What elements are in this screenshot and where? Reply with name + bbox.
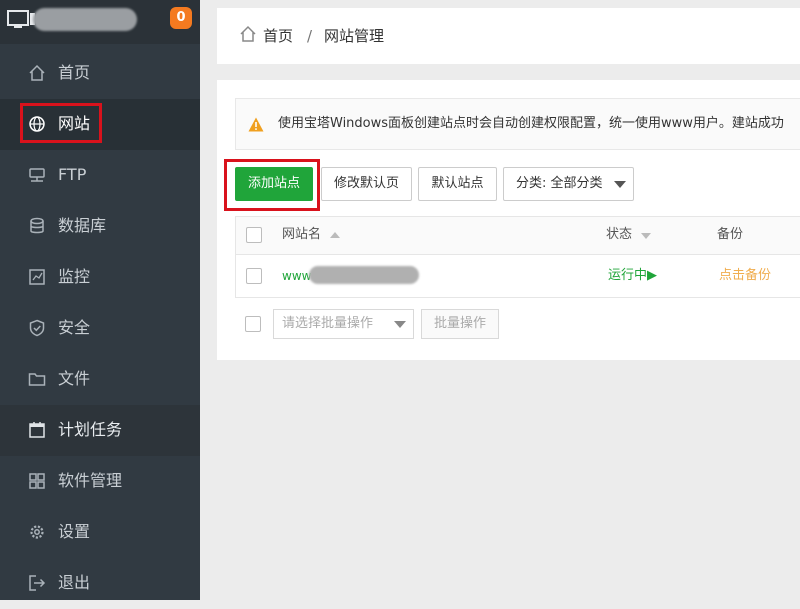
status-running-toggle[interactable]: 运行中▶ xyxy=(608,267,657,285)
sidebar-item-label: 监控 xyxy=(58,267,91,286)
sidebar-item-logout[interactable]: 退出 xyxy=(0,558,200,609)
modify-default-page-button[interactable]: 修改默认页 xyxy=(321,167,412,201)
backup-link[interactable]: 点击备份 xyxy=(719,267,771,285)
alert-text: 使用宝塔Windows面板创建站点时会自动创建权限配置，统一使用www用户。建站… xyxy=(278,116,784,131)
sidebar-item-settings[interactable]: 设置 xyxy=(0,507,200,558)
sidebar-item-ftp[interactable]: FTP xyxy=(0,150,200,201)
monitor-icon xyxy=(7,10,35,28)
sidebar-item-label: 设置 xyxy=(58,522,91,541)
table-row: www 运行中▶ 点击备份 xyxy=(236,255,800,297)
chevron-down-icon xyxy=(614,181,626,188)
sidebar-item-label: 退出 xyxy=(58,573,91,592)
category-select[interactable]: 分类: 全部分类 xyxy=(503,167,634,201)
database-icon xyxy=(30,217,44,234)
server-name-redacted xyxy=(33,8,137,31)
column-header-site-name[interactable]: 网站名 xyxy=(282,226,321,244)
breadcrumb-separator: / xyxy=(307,27,313,45)
breadcrumb-current: 网站管理 xyxy=(324,27,385,45)
default-site-button[interactable]: 默认站点 xyxy=(418,167,497,201)
sidebar-item-label: 文件 xyxy=(58,369,91,388)
site-name-redacted xyxy=(309,266,419,284)
sidebar-item-website[interactable]: 网站 xyxy=(0,99,200,150)
sort-up-icon[interactable] xyxy=(330,232,340,238)
breadcrumb: 首页 / 网站管理 xyxy=(217,8,800,64)
logout-icon xyxy=(29,575,46,591)
sidebar-item-security[interactable]: 安全 xyxy=(0,303,200,354)
home-icon xyxy=(29,64,45,81)
sidebar-item-label: 数据库 xyxy=(58,216,107,235)
table-header: 网站名 状态 备份 xyxy=(236,217,800,255)
sort-down-icon[interactable] xyxy=(641,233,651,239)
gear-icon xyxy=(30,525,44,539)
home-icon xyxy=(240,25,256,42)
calendar-icon xyxy=(29,422,45,438)
sidebar-item-software[interactable]: 软件管理 xyxy=(0,456,200,507)
shield-icon xyxy=(29,319,45,337)
sidebar-item-label: 安全 xyxy=(58,318,91,337)
sidebar-item-label: FTP xyxy=(58,165,87,184)
chart-icon xyxy=(29,269,45,285)
sidebar-item-home[interactable]: 首页 xyxy=(0,48,200,99)
info-alert: 使用宝塔Windows面板创建站点时会自动创建权限配置，统一使用www用户。建站… xyxy=(235,98,800,150)
chevron-down-icon xyxy=(394,321,406,328)
select-all-checkbox[interactable] xyxy=(246,227,262,243)
sidebar-item-label: 软件管理 xyxy=(58,471,123,490)
sidebar-item-files[interactable]: 文件 xyxy=(0,354,200,405)
ftp-icon xyxy=(29,168,45,182)
batch-operation-placeholder: 请选择批量操作 xyxy=(282,316,374,331)
sidebar-header: 0 xyxy=(0,0,200,44)
highlight-box-website xyxy=(20,103,102,143)
column-header-status[interactable]: 状态 xyxy=(606,226,632,244)
folder-icon xyxy=(28,373,46,386)
column-header-backup: 备份 xyxy=(717,227,744,242)
site-name-link[interactable]: www xyxy=(282,267,311,285)
warning-icon xyxy=(248,117,264,132)
notification-badge[interactable]: 0 xyxy=(170,7,192,29)
sidebar-item-cron[interactable]: 计划任务 xyxy=(0,405,200,456)
row-checkbox[interactable] xyxy=(246,268,262,284)
sidebar-item-database[interactable]: 数据库 xyxy=(0,201,200,252)
sidebar-item-label: 计划任务 xyxy=(58,420,123,439)
grid-icon xyxy=(29,473,45,489)
sidebar-item-monitor[interactable]: 监控 xyxy=(0,252,200,303)
site-table: 网站名 状态 备份 www 运行中▶ 点击备份 xyxy=(235,216,800,298)
category-select-value: 分类: 全部分类 xyxy=(516,176,603,191)
sidebar: 0 首页 网站 FTP 数据库 监控 安全 文件 计划任务 软件管理 设置 退出 xyxy=(0,0,200,600)
batch-operation-button[interactable]: 批量操作 xyxy=(421,309,499,339)
sidebar-item-label: 首页 xyxy=(58,63,91,82)
sidebar-menu: 首页 网站 FTP 数据库 监控 安全 文件 计划任务 软件管理 设置 退出 xyxy=(0,48,200,609)
batch-select-checkbox[interactable] xyxy=(245,316,261,332)
highlight-box-add-site xyxy=(224,159,320,211)
batch-operation-select[interactable]: 请选择批量操作 xyxy=(273,309,414,339)
site-management-panel: 使用宝塔Windows面板创建站点时会自动创建权限配置，统一使用www用户。建站… xyxy=(217,80,800,360)
breadcrumb-home-link[interactable]: 首页 xyxy=(263,26,293,46)
